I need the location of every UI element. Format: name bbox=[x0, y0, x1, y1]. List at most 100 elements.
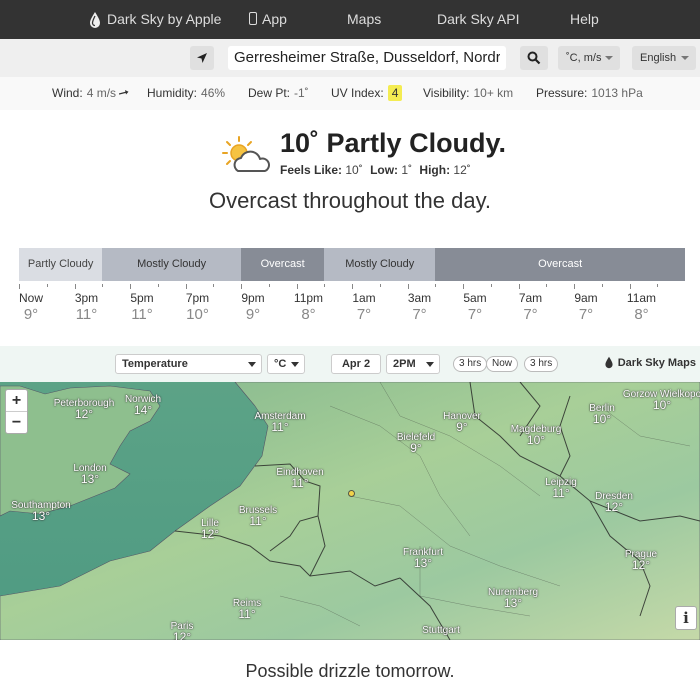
map-info-button[interactable]: i bbox=[675, 606, 697, 630]
timeline-tick bbox=[74, 284, 76, 289]
hour-forecast: 3am 7° bbox=[396, 291, 444, 323]
city-temp: 11° bbox=[552, 486, 570, 500]
hour-forecast: 7am 7° bbox=[507, 291, 555, 323]
city-name: Stuttgart bbox=[422, 625, 460, 636]
timeline-tick bbox=[657, 284, 659, 287]
chevron-down-icon bbox=[681, 56, 689, 60]
units-select[interactable]: ˚C, m/s bbox=[558, 46, 620, 70]
hour-temperature: 10° bbox=[186, 306, 209, 323]
city-temp: 10° bbox=[592, 412, 612, 426]
low-value: 1˚ bbox=[401, 163, 413, 177]
timeline-segment[interactable]: Overcast bbox=[435, 248, 685, 281]
hour-forecast: 9am 7° bbox=[562, 291, 610, 323]
hour-forecast: 5am 7° bbox=[451, 291, 499, 323]
map-step-forward-button[interactable]: 3 hrs bbox=[524, 356, 559, 372]
humidity-stat: Humidity: 46% bbox=[147, 86, 225, 100]
zoom-in-button[interactable]: + bbox=[6, 390, 27, 412]
dew-point-stat: Dew Pt: -1˚ bbox=[248, 86, 309, 100]
visibility-value: 10+ km bbox=[473, 86, 514, 100]
map-city-label: Dresden 12° bbox=[595, 491, 633, 513]
timeline-tick bbox=[629, 284, 631, 289]
pressure-value: 1013 hPa bbox=[591, 86, 643, 100]
zoom-out-button[interactable]: − bbox=[6, 412, 27, 434]
search-icon bbox=[527, 51, 541, 65]
hour-label: 3pm bbox=[74, 291, 99, 305]
map-city-label: Brussels 11° bbox=[239, 505, 277, 527]
map-city-label: Lille 12° bbox=[201, 518, 219, 540]
city-temp: 12° bbox=[74, 407, 94, 421]
nav-api-link[interactable]: Dark Sky API bbox=[437, 0, 519, 39]
timeline-tick bbox=[130, 284, 131, 289]
map-city-label: Nuremberg 13° bbox=[488, 587, 538, 609]
map-city-label: Paris 12° bbox=[171, 621, 194, 640]
hour-temperature: 9° bbox=[23, 306, 39, 323]
map-layer-select[interactable]: Temperature bbox=[115, 354, 262, 374]
nav-app-link[interactable]: App bbox=[249, 0, 287, 39]
hour-temperature: 8° bbox=[634, 306, 649, 323]
hour-temperature: 7° bbox=[412, 306, 427, 323]
timeline-tick bbox=[463, 284, 464, 289]
location-marker bbox=[348, 490, 355, 497]
nav-brand-link[interactable]: Dark Sky by Apple bbox=[88, 0, 221, 39]
hour-label: Now bbox=[18, 291, 43, 305]
city-temp: 12° bbox=[631, 558, 651, 572]
timeline-tick bbox=[19, 284, 20, 289]
high-label: High: bbox=[419, 163, 451, 177]
search-button[interactable] bbox=[520, 46, 548, 70]
current-location-button[interactable] bbox=[190, 46, 214, 70]
hour-forecast: 11am 8° bbox=[618, 291, 666, 323]
timeline-segment[interactable]: Mostly Cloudy bbox=[102, 248, 241, 281]
language-select[interactable]: English bbox=[632, 46, 696, 70]
city-temp: 12° bbox=[172, 630, 192, 640]
humidity-value: 46% bbox=[201, 86, 226, 100]
map-step-back-button[interactable]: 3 hrs bbox=[453, 356, 488, 372]
map-city-label: Amsterdam 11° bbox=[254, 411, 305, 433]
address-input[interactable] bbox=[228, 46, 506, 70]
conditions-strip: Wind: 4 m/s Humidity: 46% Dew Pt: -1˚ UV In… bbox=[0, 77, 700, 110]
timeline-segment[interactable]: Overcast bbox=[241, 248, 325, 281]
hour-temperature: 7° bbox=[523, 306, 538, 323]
map-city-label: Southampton 13° bbox=[11, 500, 71, 522]
map-city-label: London 13° bbox=[73, 463, 106, 485]
timeline-tick bbox=[379, 284, 381, 287]
pressure-stat: Pressure: 1013 hPa bbox=[536, 86, 643, 100]
pressure-label: Pressure: bbox=[536, 86, 588, 100]
feels-like-line: Feels Like: 10˚ Low: 1˚ High: 12˚ bbox=[280, 163, 475, 177]
hour-label: 1am bbox=[352, 291, 376, 305]
city-temp: 11° bbox=[291, 476, 309, 490]
high-value: 12˚ bbox=[453, 163, 471, 177]
search-bar: ˚C, m/s English bbox=[0, 39, 700, 77]
nav-help-link[interactable]: Help bbox=[570, 0, 599, 39]
partly-cloudy-day-icon bbox=[222, 136, 270, 172]
map-unit-select[interactable]: °C bbox=[267, 354, 305, 374]
hour-label: 9am bbox=[574, 291, 598, 305]
phone-icon bbox=[249, 12, 257, 25]
uv-index-stat: UV Index: 4 bbox=[331, 85, 403, 101]
timeline-tick bbox=[324, 284, 326, 287]
timeline-tick bbox=[490, 284, 492, 287]
city-temp: 9° bbox=[456, 420, 468, 434]
wind-value: 4 m/s bbox=[86, 86, 117, 100]
timeline-tick bbox=[102, 284, 104, 287]
nav-maps-link[interactable]: Maps bbox=[347, 0, 381, 39]
hour-forecast: 3pm 11° bbox=[63, 291, 111, 323]
hour-temperature: 7° bbox=[467, 306, 483, 323]
city-temp: 10° bbox=[526, 433, 546, 447]
map-date-select[interactable]: Apr 2 bbox=[331, 354, 381, 374]
city-temp: 12° bbox=[200, 527, 220, 541]
timeline-tick bbox=[185, 284, 187, 289]
map-now-button[interactable]: Now bbox=[486, 356, 519, 372]
wind-label: Wind: bbox=[52, 86, 83, 100]
timeline-tick bbox=[352, 284, 353, 289]
nav-brand-label: Dark Sky by Apple bbox=[107, 11, 222, 27]
timeline-tick bbox=[546, 284, 548, 287]
timeline-tick bbox=[268, 284, 270, 287]
dark-sky-maps-brand[interactable]: Dark Sky Maps bbox=[604, 356, 696, 369]
hour-forecast: Now 9° bbox=[7, 291, 55, 323]
city-temp: 10° bbox=[652, 398, 672, 412]
timeline-segment[interactable]: Partly Cloudy bbox=[19, 248, 103, 281]
timeline-segment[interactable]: Mostly Cloudy bbox=[324, 248, 436, 281]
city-temp: 14° bbox=[133, 403, 153, 417]
hourly-timeline[interactable]: Partly Cloudy Mostly Cloudy Overcast Mostly… bbox=[19, 248, 685, 281]
map-time-select[interactable]: 2PM bbox=[386, 354, 440, 374]
